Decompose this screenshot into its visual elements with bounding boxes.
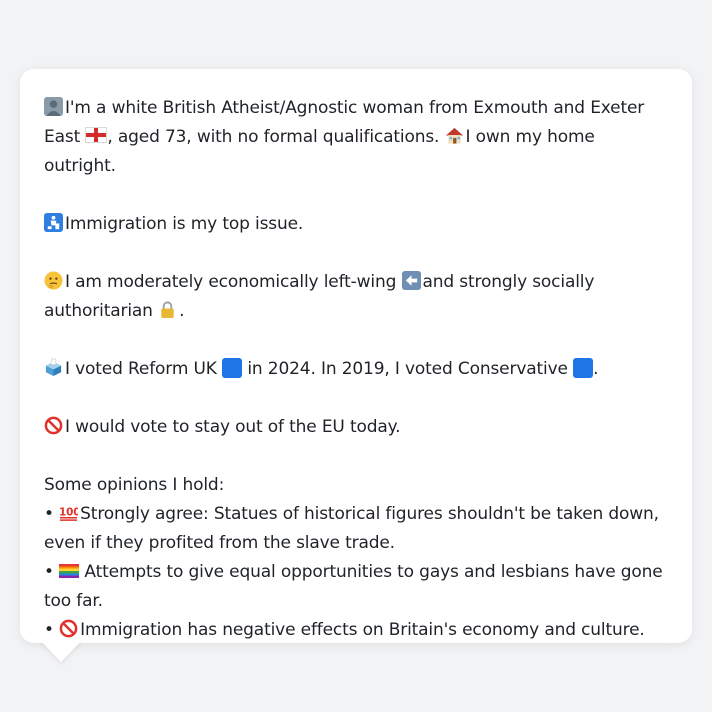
opinion-item: • Immigration has negative effects on Br… [44, 616, 668, 645]
opinions-paragraph: Some opinions I hold: • 100 Strongly agr… [44, 471, 668, 645]
thinking-face-icon [44, 271, 63, 290]
intro-text-age: , aged 73, with no formal qualifications… [107, 127, 440, 147]
hundred-points-icon: 100 [59, 506, 78, 521]
vote-paragraph: I voted Reform UK in 2024. In 2019, I vo… [44, 355, 668, 384]
vote-text-c: . [593, 359, 599, 379]
eu-paragraph: I would vote to stay out of the EU today… [44, 413, 668, 442]
bullet: • [44, 620, 54, 640]
intro-text-east: East [44, 127, 81, 147]
prohibited-icon [44, 416, 63, 435]
ideology-text-b: and strongly socially [422, 272, 595, 292]
eu-text: I would vote to stay out of the EU today… [65, 417, 401, 437]
opinion3-text: Immigration has negative effects on Brit… [80, 620, 645, 640]
ideology-text-d: . [179, 301, 185, 321]
bullet: • [44, 562, 54, 582]
bubble-tail [40, 640, 82, 662]
opinion2-text-a: Attempts to give equal opportunities to … [84, 562, 663, 582]
lock-icon [161, 301, 174, 319]
blue-square-icon [222, 358, 243, 378]
rainbow-flag-icon [59, 564, 80, 578]
ballot-box-icon [45, 358, 62, 377]
svg-text:100: 100 [59, 506, 78, 518]
persona-card: I'm a white British Atheist/Agnostic wom… [20, 69, 692, 643]
prohibited-icon [59, 619, 78, 638]
left-arrow-icon [401, 271, 421, 290]
england-flag-icon [85, 127, 108, 143]
house-icon [445, 127, 463, 144]
opinion1-text-b: even if they profited from the slave tra… [44, 533, 395, 553]
top-issue-paragraph: Immigration is my top issue. [44, 210, 668, 239]
opinion1-text-a: Strongly agree: Statues of historical fi… [80, 504, 659, 524]
person-icon [44, 97, 63, 116]
intro-text-line1: I'm a white British Atheist/Agnostic wom… [65, 98, 645, 118]
vote-text-a: I voted Reform UK [65, 359, 217, 379]
opinions-heading: Some opinions I hold: [44, 475, 225, 495]
ideology-paragraph: I am moderately economically left-wing a… [44, 268, 668, 326]
opinion2-text-b: too far. [44, 591, 103, 611]
vote-text-b: in 2024. In 2019, I voted Conservative [247, 359, 568, 379]
opinion-item: • Attempts to give equal opportunities t… [44, 558, 668, 587]
intro-paragraph: I'm a white British Atheist/Agnostic wom… [44, 94, 668, 181]
immigration-icon [44, 213, 63, 232]
top-issue-text: Immigration is my top issue. [65, 214, 304, 234]
blue-square-icon [573, 358, 594, 378]
opinion-item: • 100 Strongly agree: Statues of histori… [44, 500, 668, 529]
ideology-text-a: I am moderately economically left-wing [65, 272, 397, 292]
ideology-text-c: authoritarian [44, 301, 153, 321]
bullet: • [44, 504, 54, 524]
